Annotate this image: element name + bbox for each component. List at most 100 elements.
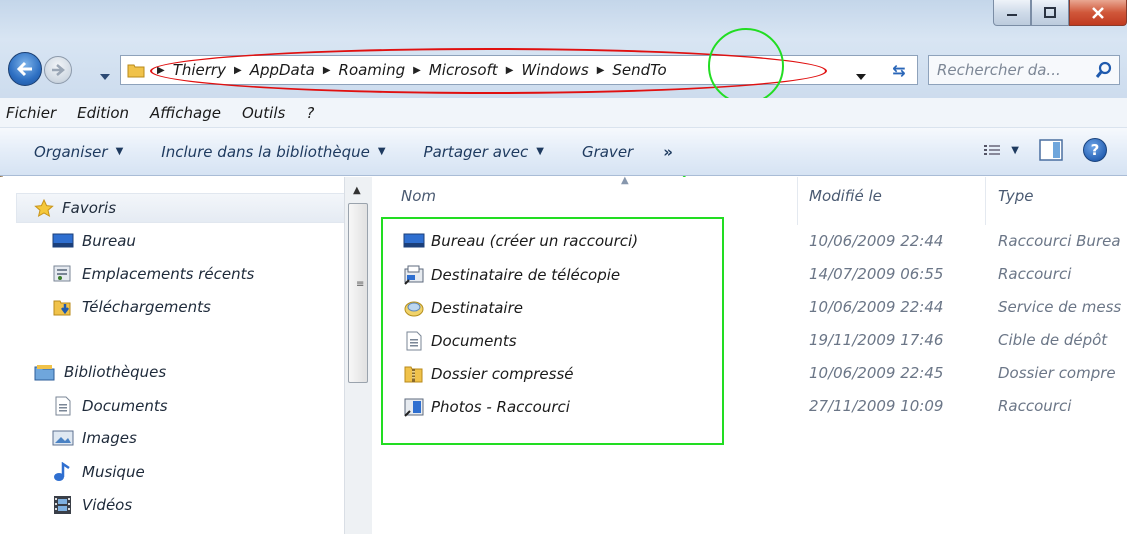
burn-label: Graver [581, 142, 634, 161]
document-icon [52, 396, 74, 416]
menu-item-help[interactable]: ? [306, 104, 314, 122]
file-name: Destinataire [431, 299, 523, 317]
column-divider[interactable] [797, 177, 798, 225]
nav-item-recent-places[interactable]: Emplacements récents [52, 265, 254, 283]
nav-scrollbar[interactable]: ▲ ≡ [344, 177, 372, 534]
minimize-button[interactable] [993, 0, 1031, 26]
breadcrumb-separator-icon[interactable]: ▶ [413, 65, 421, 76]
nav-item-label: Documents [82, 397, 168, 415]
share-with-button[interactable]: Partager avec ▼ [424, 143, 544, 161]
view-options-button[interactable]: ▼ [983, 143, 1019, 157]
nav-item-label: Vidéos [82, 496, 133, 514]
column-header-modified[interactable]: Modifié le [809, 187, 882, 205]
share-label: Partager avec [423, 142, 529, 161]
file-row[interactable]: Destinataire de télécopie 14/07/2009 06:… [373, 261, 1127, 293]
scrollbar-grip-icon: ≡ [356, 279, 365, 290]
details-view-icon [984, 145, 1001, 155]
close-button[interactable] [1069, 0, 1127, 26]
breadcrumb-item[interactable]: SendTo [612, 61, 666, 79]
menu-item-view[interactable]: Affichage [150, 104, 221, 122]
search-icon[interactable] [1095, 61, 1113, 83]
nav-item-downloads[interactable]: Téléchargements [52, 298, 211, 316]
file-row[interactable]: Photos - Raccourci 27/11/2009 10:09 Racc… [373, 393, 1127, 425]
breadcrumb-separator-icon[interactable]: ▶ [234, 65, 242, 76]
search-input[interactable]: Rechercher da... [928, 55, 1120, 85]
file-row[interactable]: Dossier compressé 10/06/2009 22:45 Dossi… [373, 360, 1127, 392]
nav-item-label: Images [82, 429, 137, 447]
breadcrumb-item[interactable]: Windows [521, 61, 588, 79]
column-divider[interactable] [985, 177, 986, 225]
nav-item-images[interactable]: Images [52, 429, 137, 447]
zip-folder-icon [403, 364, 425, 384]
menu-item-file[interactable]: Fichier [6, 104, 56, 122]
nav-libraries-label: Bibliothèques [64, 363, 167, 381]
file-name-cell: Documents [403, 331, 733, 351]
column-header-name-label: Nom [401, 187, 437, 205]
folder-icon [127, 62, 145, 78]
search-placeholder: Rechercher da... [937, 61, 1061, 79]
breadcrumb-separator-icon[interactable]: ▶ [323, 65, 331, 76]
forward-button[interactable] [44, 56, 72, 84]
file-row[interactable]: Documents 19/11/2009 17:46 Cible de dépô… [373, 327, 1127, 359]
sort-ascending-icon: ▲ [621, 175, 629, 186]
address-history-dropdown[interactable] [856, 66, 866, 84]
file-name-cell: Photos - Raccourci [403, 397, 733, 417]
toolbar-right-group: ▼ ? [963, 138, 1107, 162]
breadcrumb-separator-icon[interactable]: ▶ [597, 65, 605, 76]
command-bar: Organiser ▼ Inclure dans la bibliothèque… [0, 128, 1127, 176]
menu-item-edit[interactable]: Edition [77, 104, 129, 122]
organize-button[interactable]: Organiser ▼ [34, 143, 123, 161]
recent-pages-dropdown[interactable] [100, 66, 110, 84]
preview-pane-icon [1039, 139, 1063, 161]
breadcrumb-item[interactable]: Thierry [173, 61, 226, 79]
file-name-cell: Destinataire de télécopie [403, 265, 733, 285]
breadcrumb-separator-icon[interactable]: ▶ [506, 65, 514, 76]
chevron-down-icon: ▼ [1011, 144, 1019, 156]
breadcrumb-item[interactable]: AppData [250, 61, 315, 79]
help-icon: ? [1090, 141, 1100, 159]
refresh-icon: ⇆ [892, 60, 906, 80]
column-header-type[interactable]: Type [998, 187, 1034, 205]
scroll-up-icon[interactable]: ▲ [353, 185, 361, 196]
nav-favorites[interactable]: Favoris [34, 199, 116, 217]
address-bar[interactable]: ▶ Thierry ▶ AppData ▶ Roaming ▶ Microsof… [120, 55, 918, 85]
menu-item-tools[interactable]: Outils [242, 104, 285, 122]
refresh-button[interactable]: ⇆ [882, 58, 916, 82]
more-commands-button[interactable]: » [663, 143, 673, 161]
breadcrumb: ▶ Thierry ▶ AppData ▶ Roaming ▶ Microsof… [149, 61, 667, 79]
maximize-icon [1044, 6, 1056, 18]
file-row[interactable]: Destinataire 10/06/2009 22:44 Service de… [373, 294, 1127, 326]
organize-label: Organiser [34, 142, 108, 161]
nav-item-documents[interactable]: Documents [52, 396, 168, 416]
burn-button[interactable]: Graver [582, 143, 633, 161]
close-icon [1092, 6, 1104, 19]
breadcrumb-item[interactable]: Microsoft [429, 61, 498, 79]
scrollbar-thumb[interactable] [348, 203, 368, 383]
chevron-down-icon: ▼ [115, 146, 124, 157]
maximize-button[interactable] [1031, 0, 1069, 26]
nav-item-videos[interactable]: Vidéos [52, 495, 132, 515]
file-type: Service de mess [998, 298, 1122, 316]
preview-pane-button[interactable] [1039, 139, 1063, 161]
column-header-type-label: Type [998, 187, 1034, 205]
fax-icon [403, 265, 425, 285]
chevron-down-icon [100, 74, 110, 80]
nav-item-music[interactable]: Musique [52, 462, 145, 482]
chevron-down-icon: ▼ [536, 146, 544, 157]
column-header-name[interactable]: Nom [401, 187, 436, 205]
minimize-icon [1007, 13, 1017, 16]
film-icon [52, 495, 74, 515]
breadcrumb-item[interactable]: Roaming [339, 61, 406, 79]
desktop-icon [403, 233, 425, 249]
help-button[interactable]: ? [1083, 138, 1107, 162]
nav-item-desktop[interactable]: Bureau [52, 232, 136, 250]
include-label: Inclure dans la bibliothèque [161, 142, 370, 161]
file-name: Dossier compressé [431, 365, 574, 383]
nav-item-label: Téléchargements [82, 298, 211, 316]
document-icon [403, 331, 425, 351]
back-button[interactable] [8, 52, 42, 86]
nav-libraries[interactable]: Bibliothèques [34, 363, 166, 381]
include-in-library-button[interactable]: Inclure dans la bibliothèque ▼ [161, 143, 385, 161]
back-arrow-icon [16, 61, 32, 77]
file-row[interactable]: Bureau (créer un raccourci) 10/06/2009 2… [373, 228, 1127, 260]
